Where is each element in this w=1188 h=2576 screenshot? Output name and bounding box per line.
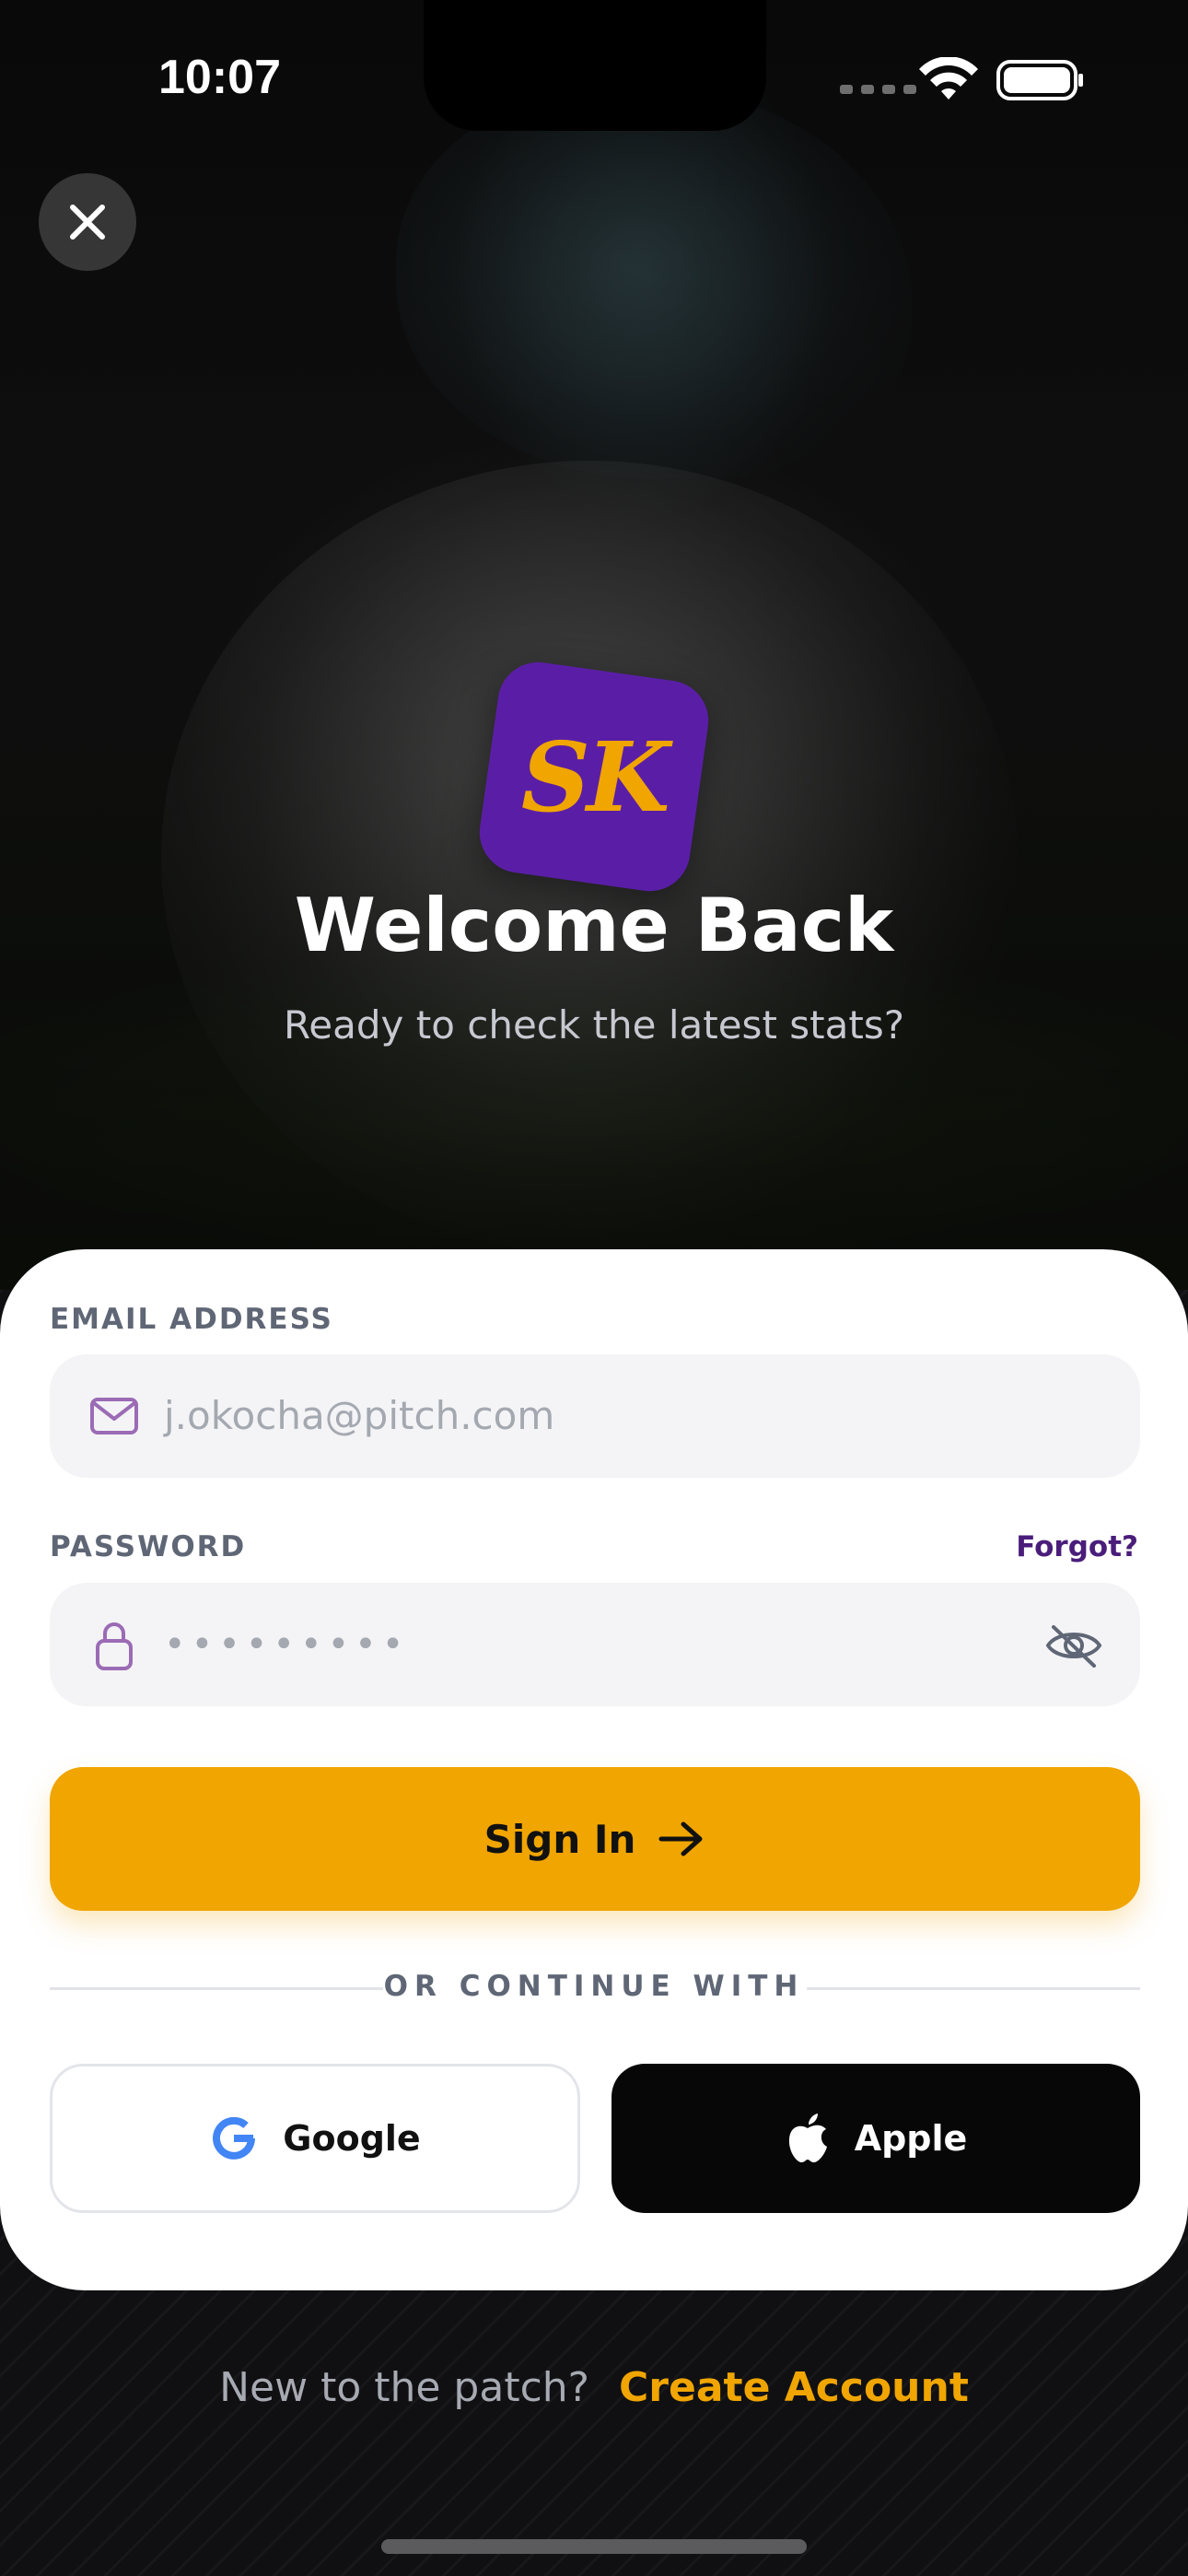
arrow-right-icon [658,1821,703,1856]
page-subtitle: Ready to check the latest stats? [284,1002,904,1048]
password-value: ••••••••• [164,1623,410,1666]
close-button[interactable] [39,173,136,271]
password-label: PASSWORD [50,1530,247,1563]
footer-prompt: New to the patch? [219,2364,590,2411]
status-time: 10:07 [158,51,281,104]
home-indicator [381,2539,807,2554]
apple-icon [788,2113,827,2163]
apple-sign-in-button[interactable]: Apple [611,2064,1140,2213]
divider-text: OR CONTINUE WITH [383,1970,805,2003]
apple-label: Apple [854,2118,968,2159]
forgot-password-link[interactable]: Forgot? [1016,1530,1138,1563]
page-title: Welcome Back [294,883,894,968]
wifi-icon [919,57,978,100]
app-logo: SK [474,657,714,896]
lock-icon [96,1622,133,1670]
cellular-signal-icon [840,85,916,94]
battery-icon [996,60,1083,100]
dynamic-island [424,0,766,131]
status-bar: 10:07 [0,0,1188,147]
google-label: Google [283,2118,421,2159]
email-field[interactable]: j.okocha@pitch.com [50,1354,1140,1478]
app-logo-text: SK [521,720,667,834]
password-field[interactable]: ••••••••• [50,1583,1140,1706]
email-label: EMAIL ADDRESS [50,1303,333,1336]
hero-dark-overlay [0,0,1188,1290]
email-placeholder: j.okocha@pitch.com [164,1393,555,1438]
sign-in-button[interactable]: Sign In [50,1767,1140,1911]
google-icon [213,2116,256,2160]
footer: New to the patch? Create Account [0,2364,1188,2411]
mail-icon [90,1398,138,1434]
google-sign-in-button[interactable]: Google [50,2064,580,2213]
eye-off-icon[interactable] [1044,1620,1103,1671]
close-icon [70,205,105,240]
sign-in-label: Sign In [483,1816,636,1862]
create-account-link[interactable]: Create Account [619,2364,969,2411]
